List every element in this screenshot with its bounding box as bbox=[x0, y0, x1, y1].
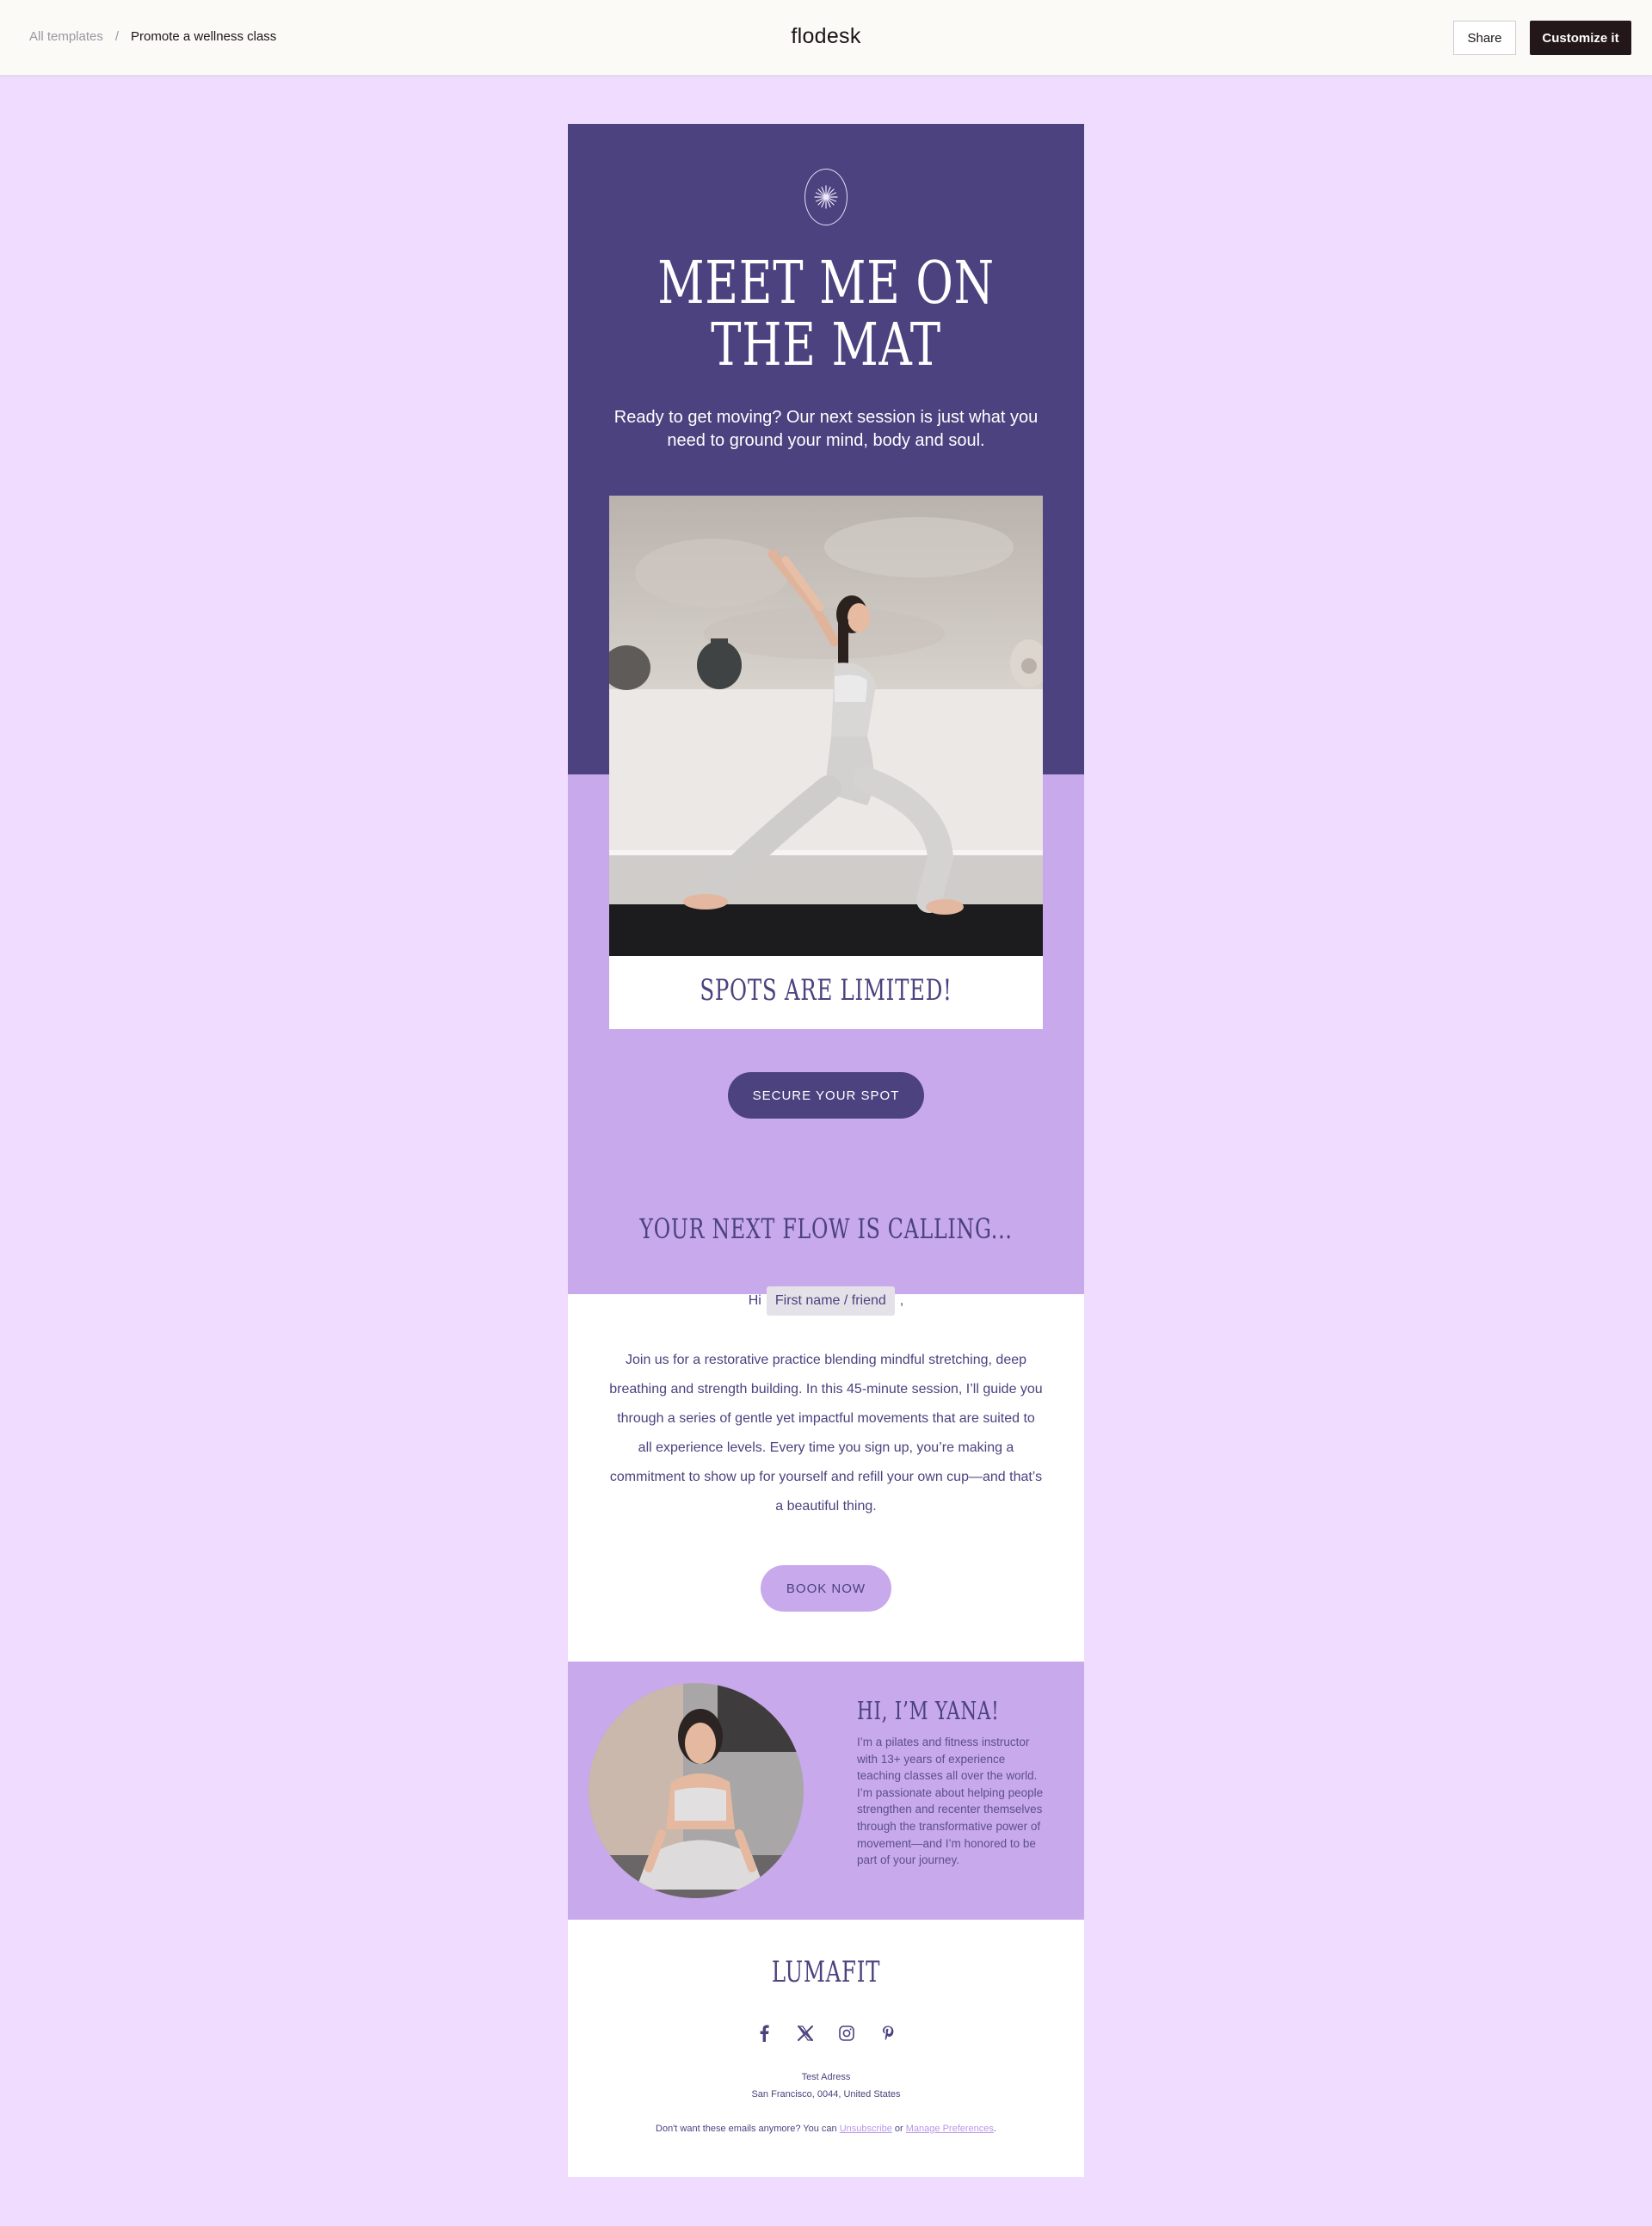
yoga-pose-photo bbox=[609, 496, 1043, 956]
instructor-photo bbox=[589, 1683, 804, 1898]
flow-section-title: YOUR NEXT FLOW IS CALLING... bbox=[639, 1212, 1013, 1245]
share-button[interactable]: Share bbox=[1453, 21, 1516, 55]
footer-address-line-1: Test Adress bbox=[801, 2072, 851, 2082]
book-now-button[interactable]: BOOK NOW bbox=[761, 1565, 891, 1612]
unsubscribe-prefix: Don't want these emails anymore? You can bbox=[656, 2124, 837, 2134]
sparkle-logo-icon bbox=[804, 169, 848, 225]
secure-spot-button[interactable]: SECURE YOUR SPOT bbox=[728, 1072, 924, 1119]
hero-photo-card: SPOTS ARE LIMITED! bbox=[609, 496, 1043, 1029]
unsubscribe-suffix: . bbox=[993, 2124, 996, 2134]
instagram-icon[interactable] bbox=[837, 2024, 856, 2043]
pinterest-icon[interactable] bbox=[878, 2024, 897, 2043]
unsubscribe-or: or bbox=[894, 2124, 903, 2134]
social-links bbox=[568, 2024, 1084, 2043]
facebook-icon[interactable] bbox=[755, 2024, 774, 2043]
breadcrumb-separator: / bbox=[114, 29, 120, 44]
unsubscribe-link[interactable]: Unsubscribe bbox=[840, 2124, 892, 2134]
bio-text: I’m a pilates and fitness instructor wit… bbox=[857, 1736, 1044, 1867]
breadcrumb-all-templates[interactable]: All templates bbox=[29, 29, 103, 44]
breadcrumb: All templates / Promote a wellness class bbox=[29, 29, 276, 44]
first-name-merge-tag: First name / friend bbox=[766, 1286, 895, 1316]
unsubscribe-line: Don't want these emails anymore? You can… bbox=[568, 2124, 1084, 2134]
manage-preferences-link[interactable]: Manage Preferences bbox=[906, 2124, 994, 2134]
greeting-prefix: Hi bbox=[748, 1293, 761, 1308]
hero-title-line-2: THE MAT bbox=[711, 311, 941, 379]
hero-title: MEET ME ON THE MAT bbox=[625, 253, 1027, 377]
greeting-suffix: , bbox=[899, 1293, 904, 1308]
email-preview: MEET ME ON THE MAT Ready to get moving? … bbox=[568, 124, 1084, 2177]
flow-body-text: Join us for a restorative practice blend… bbox=[609, 1353, 1043, 1514]
spots-limited-caption: SPOTS ARE LIMITED! bbox=[700, 973, 952, 1008]
footer-address-line-2: San Francisco, 0044, United States bbox=[751, 2089, 901, 2100]
brand-logo[interactable]: flodesk bbox=[791, 24, 860, 48]
instructor-bio-section: HI, I’M YANA! I’m a pilates and fitness … bbox=[568, 1662, 1084, 1920]
customize-button[interactable]: Customize it bbox=[1530, 21, 1631, 55]
greeting-line: Hi First name / friend , bbox=[568, 1286, 1084, 1316]
top-bar: All templates / Promote a wellness class… bbox=[0, 0, 1652, 76]
x-icon[interactable] bbox=[796, 2024, 815, 2043]
bio-title: HI, I’M YANA! bbox=[857, 1696, 1000, 1725]
hero-subtitle: Ready to get moving? Our next session is… bbox=[613, 408, 1039, 450]
footer-brand-logo: LUMAFIT bbox=[771, 1955, 881, 1989]
hero-title-line-1: MEET ME ON bbox=[657, 250, 995, 318]
breadcrumb-current: Promote a wellness class bbox=[131, 29, 277, 44]
